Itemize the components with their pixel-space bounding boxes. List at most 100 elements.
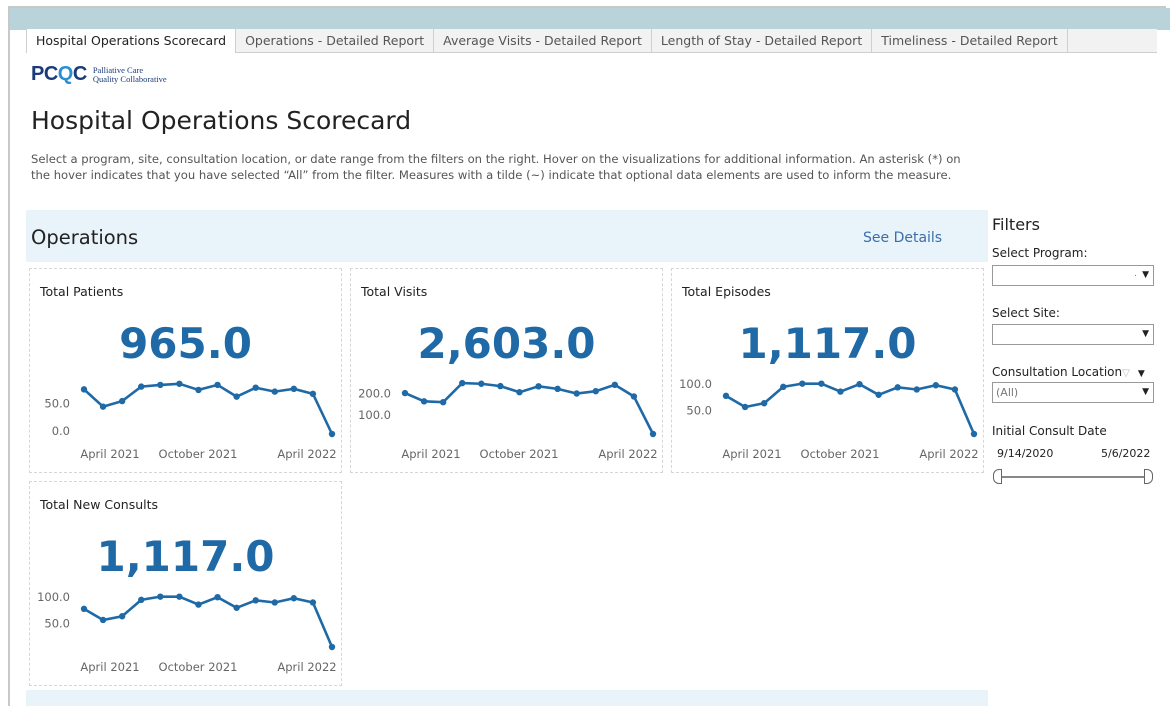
x-tick-label: October 2021 — [480, 447, 559, 461]
data-point[interactable] — [951, 386, 959, 393]
program-select[interactable]: . ▼ — [992, 265, 1154, 286]
data-point[interactable] — [420, 398, 428, 405]
logo-mark: PCQC — [31, 63, 87, 86]
data-point[interactable] — [233, 604, 240, 611]
filter-funnel-icon[interactable]: ▽ — [1122, 368, 1130, 379]
data-point[interactable] — [573, 390, 580, 397]
data-point[interactable] — [439, 399, 447, 406]
data-point[interactable] — [932, 382, 940, 389]
data-point[interactable] — [195, 601, 202, 608]
series-line — [725, 382, 976, 435]
data-point[interactable] — [328, 430, 336, 438]
data-point[interactable] — [157, 593, 164, 600]
data-point[interactable] — [497, 382, 504, 390]
date-slider-track[interactable] — [996, 476, 1148, 478]
data-point[interactable] — [478, 380, 485, 387]
data-point[interactable] — [328, 643, 336, 651]
date-slider-start-handle[interactable] — [993, 469, 1002, 484]
data-point[interactable] — [630, 393, 638, 400]
data-point[interactable] — [401, 389, 409, 397]
data-point[interactable] — [157, 381, 164, 389]
data-point[interactable] — [138, 383, 145, 390]
data-point[interactable] — [592, 387, 599, 395]
site-label: Select Site: — [992, 306, 1060, 320]
data-point[interactable] — [780, 383, 787, 391]
logo-mark-pc: PC — [31, 63, 58, 85]
data-point[interactable] — [176, 380, 183, 387]
data-point[interactable] — [290, 385, 298, 393]
data-point[interactable] — [99, 616, 107, 624]
data-point[interactable] — [99, 403, 107, 410]
data-point[interactable] — [176, 593, 183, 600]
section-title: Operations — [31, 226, 139, 249]
tab-operations-detailed-report[interactable]: Operations - Detailed Report — [236, 29, 435, 52]
data-point[interactable] — [875, 391, 882, 398]
data-point[interactable] — [799, 380, 806, 387]
data-point[interactable] — [856, 380, 863, 388]
chevron-down-icon[interactable]: ▼ — [1138, 369, 1145, 379]
data-point[interactable] — [722, 392, 730, 400]
tab-hospital-operations-scorecard[interactable]: Hospital Operations Scorecard — [26, 29, 237, 53]
data-point[interactable] — [138, 596, 145, 604]
kpi-card-total-episodes[interactable]: Total Episodes 1,117.0 50.0 100.0 April 20… — [671, 268, 984, 473]
data-point[interactable] — [80, 386, 88, 393]
data-point[interactable] — [214, 381, 221, 389]
data-point[interactable] — [271, 599, 278, 606]
filters-title: Filters — [992, 215, 1040, 234]
data-point[interactable] — [554, 385, 561, 393]
data-point[interactable] — [118, 397, 126, 405]
see-details-link[interactable]: See Details — [863, 230, 942, 246]
date-start: 9/14/2020 — [997, 447, 1054, 460]
sparkline-chart: 50.0 100.0 April 2021 October 2021 April 202… — [679, 377, 979, 461]
data-point[interactable] — [252, 384, 259, 391]
sparkline-chart: 0.0 50.0 April 2021 October 2021 April 2022 — [44, 380, 337, 461]
program-select-dots: . — [1134, 269, 1137, 279]
data-point[interactable] — [80, 605, 88, 613]
data-point[interactable] — [271, 388, 278, 395]
data-point[interactable] — [118, 613, 126, 620]
data-point[interactable] — [309, 390, 317, 398]
y-tick-label: 50.0 — [44, 396, 70, 410]
y-tick-label: 100.0 — [679, 377, 712, 391]
series-line — [83, 595, 334, 648]
data-point[interactable] — [913, 386, 920, 393]
x-tick-label: April 2021 — [401, 447, 460, 461]
x-tick-label: April 2022 — [598, 447, 657, 461]
x-tick-label: October 2021 — [801, 447, 880, 461]
data-point[interactable] — [649, 430, 657, 438]
location-select-value: (All) — [996, 386, 1019, 399]
data-point[interactable] — [214, 593, 221, 601]
date-label: Initial Consult Date — [992, 424, 1107, 438]
data-point[interactable] — [233, 393, 240, 400]
location-label: Consultation Location▽ ▼ — [992, 365, 1145, 379]
data-point[interactable] — [741, 403, 749, 411]
tab-average-visits-detailed-report[interactable]: Average Visits - Detailed Report — [434, 29, 652, 52]
location-select[interactable]: (All) ▼ — [992, 382, 1154, 403]
data-point[interactable] — [760, 400, 768, 407]
data-point[interactable] — [459, 379, 466, 387]
y-tick-label: 50.0 — [686, 404, 712, 418]
data-point[interactable] — [252, 597, 259, 604]
chevron-down-icon: ▼ — [1142, 387, 1149, 397]
data-point[interactable] — [535, 383, 542, 390]
kpi-card-total-patients[interactable]: Total Patients 965.0 0.0 50.0 April 2021 Oc… — [29, 268, 342, 473]
data-point[interactable] — [894, 384, 901, 391]
x-tick-label: April 2022 — [277, 660, 336, 674]
data-point[interactable] — [195, 386, 202, 394]
data-point[interactable] — [611, 381, 619, 389]
tab-length-of-stay-detailed-report[interactable]: Length of Stay - Detailed Report — [652, 29, 873, 52]
kpi-card-total-visits[interactable]: Total Visits 2,603.0 100.0 200.0 April 202… — [350, 268, 663, 473]
tab-timeliness-detailed-report[interactable]: Timeliness - Detailed Report — [872, 29, 1068, 52]
data-point[interactable] — [818, 380, 825, 387]
x-tick-label: April 2021 — [80, 447, 139, 461]
data-point[interactable] — [970, 430, 978, 438]
data-point[interactable] — [309, 599, 317, 606]
y-tick-label: 50.0 — [44, 617, 70, 631]
kpi-card-total-new-consults[interactable]: Total New Consults 1,117.0 50.0 100.0 Apri… — [29, 481, 342, 686]
data-point[interactable] — [516, 389, 523, 396]
site-select[interactable]: ▼ — [992, 324, 1154, 345]
next-section-band — [26, 690, 988, 706]
date-slider-end-handle[interactable] — [1144, 469, 1153, 484]
data-point[interactable] — [290, 595, 298, 602]
data-point[interactable] — [837, 388, 844, 395]
